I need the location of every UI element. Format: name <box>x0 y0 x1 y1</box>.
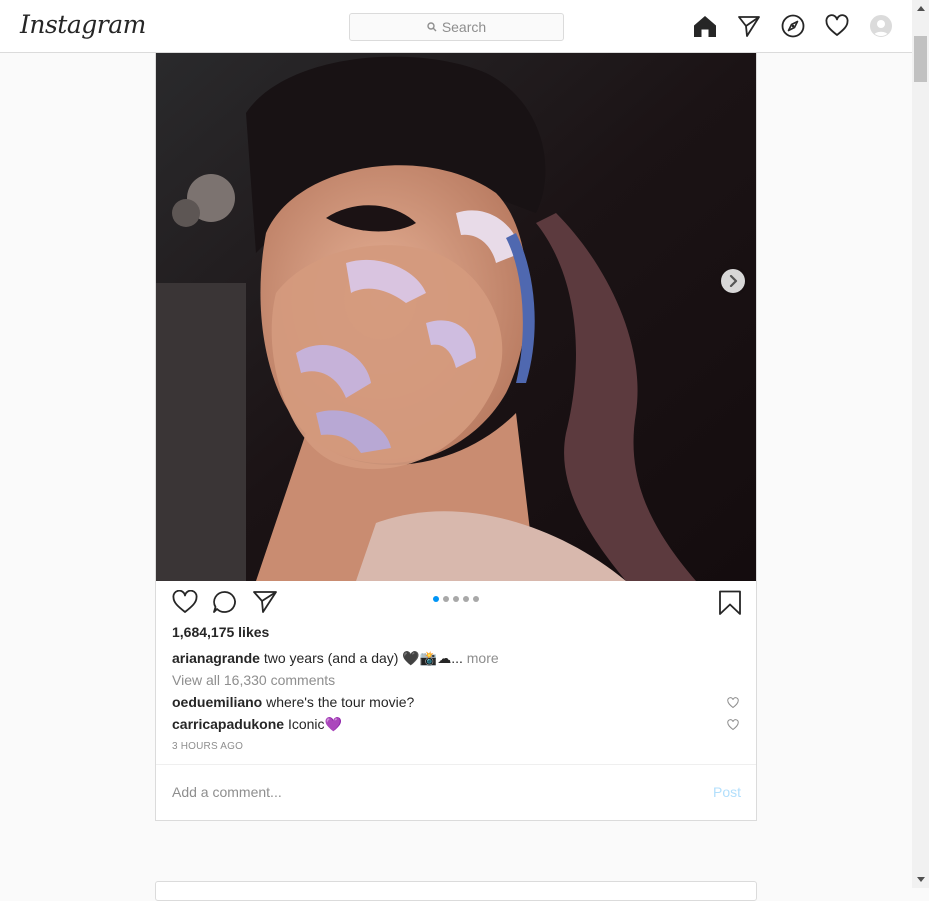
search-icon <box>427 22 437 32</box>
comment-text: where's the tour movie? <box>266 694 415 710</box>
next-feed-post <box>155 881 757 901</box>
view-all-comments-link[interactable]: View all 16,330 comments <box>172 672 335 688</box>
comment-item: carricapadukone Iconic💜 <box>172 716 342 733</box>
carousel-dot <box>443 596 449 602</box>
instagram-logo[interactable]: Instagram <box>20 10 146 39</box>
scrollbar-thumb[interactable] <box>914 36 927 82</box>
scroll-up-arrow-icon[interactable] <box>912 0 929 17</box>
comment-text: Iconic💜 <box>287 716 342 732</box>
caption-text: two years (and a day) 🖤📸☁ <box>263 650 452 666</box>
post-photo-art <box>156 53 756 581</box>
profile-avatar[interactable] <box>870 15 892 37</box>
post-photo[interactable] <box>156 53 756 581</box>
page-scrollbar[interactable] <box>912 0 929 888</box>
comment-like-heart-icon[interactable] <box>727 718 739 736</box>
comment-username[interactable]: oeduemiliano <box>172 694 262 710</box>
post-caption: arianagrande two years (and a day) 🖤📸☁..… <box>172 650 499 667</box>
search-placeholder: Search <box>441 19 487 35</box>
search-box[interactable]: Search <box>349 13 564 41</box>
carousel-indicator <box>433 596 479 602</box>
caption-username[interactable]: arianagrande <box>172 650 260 666</box>
caption-ellipsis: ... <box>451 650 463 666</box>
comment-bubble-icon[interactable] <box>212 590 238 619</box>
share-send-icon[interactable] <box>252 590 278 619</box>
direct-message-icon[interactable] <box>737 14 761 38</box>
scroll-down-arrow-icon[interactable] <box>912 871 929 888</box>
comment-item: oeduemiliano where's the tour movie? <box>172 694 414 710</box>
carousel-dot <box>463 596 469 602</box>
carousel-dot <box>453 596 459 602</box>
comment-like-heart-icon[interactable] <box>727 696 739 714</box>
chevron-right-icon <box>729 275 738 287</box>
home-icon[interactable] <box>693 14 717 38</box>
add-comment-section: Post <box>156 764 756 820</box>
feed-post: 1,684,175 likes arianagrande two years (… <box>155 53 757 821</box>
carousel-dot <box>433 596 439 602</box>
carousel-dot <box>473 596 479 602</box>
post-timestamp[interactable]: 3 HOURS AGO <box>172 741 243 752</box>
carousel-next-button[interactable] <box>721 269 745 293</box>
caption-more-link[interactable]: more <box>467 650 499 666</box>
explore-compass-icon[interactable] <box>781 14 805 38</box>
top-navigation: Instagram Search <box>0 0 912 53</box>
post-comment-button[interactable]: Post <box>713 784 741 800</box>
comment-username[interactable]: carricapadukone <box>172 716 284 732</box>
like-heart-icon[interactable] <box>172 589 198 619</box>
activity-heart-icon[interactable] <box>825 14 849 38</box>
likes-count[interactable]: 1,684,175 likes <box>172 624 269 640</box>
save-bookmark-icon[interactable] <box>718 590 742 621</box>
add-comment-input[interactable] <box>172 781 692 803</box>
